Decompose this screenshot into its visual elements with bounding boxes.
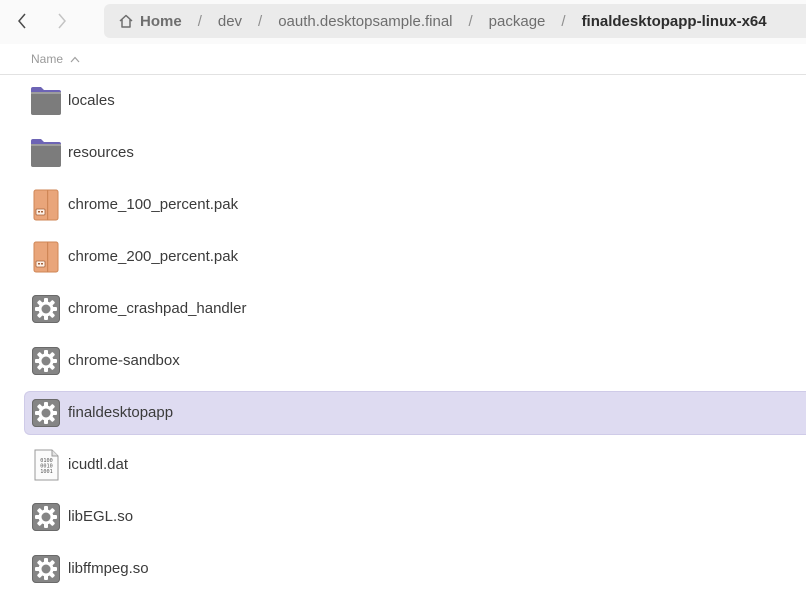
file-name: chrome_200_percent.pak xyxy=(68,248,239,265)
executable-icon xyxy=(30,397,62,429)
file-row[interactable]: finaldesktopapp xyxy=(0,387,806,439)
breadcrumb-separator: / xyxy=(468,12,473,30)
breadcrumb-item-oauth[interactable]: oauth.desktopsample.final xyxy=(276,13,454,30)
file-name: chrome-sandbox xyxy=(68,352,180,369)
chevron-right-icon xyxy=(58,13,66,29)
archive-icon xyxy=(30,241,62,273)
folder-icon xyxy=(30,137,62,169)
file-row[interactable]: chrome_crashpad_handler xyxy=(0,283,806,335)
executable-icon xyxy=(30,293,62,325)
file-name: resources xyxy=(68,144,134,161)
breadcrumb: Home / dev / oauth.desktopsample.final /… xyxy=(104,4,806,38)
back-button[interactable] xyxy=(4,6,40,36)
file-name: libffmpeg.so xyxy=(68,560,149,577)
archive-icon xyxy=(30,189,62,221)
binary-file-icon: 0100 0010 1001 xyxy=(30,449,62,481)
file-row[interactable]: 0100 0010 1001 icudtl.dat xyxy=(0,439,806,491)
sort-ascending-icon xyxy=(70,56,80,62)
file-name: chrome_100_percent.pak xyxy=(68,196,239,213)
file-name: chrome_crashpad_handler xyxy=(68,300,247,317)
executable-icon xyxy=(30,553,62,585)
breadcrumb-item-package[interactable]: package xyxy=(487,13,548,30)
breadcrumb-home-label: Home xyxy=(140,12,182,30)
file-list: locales resources chrome_100_percent.pakch… xyxy=(0,75,806,595)
file-row[interactable]: resources xyxy=(0,127,806,179)
column-header: Name xyxy=(0,44,806,75)
toolbar: Home / dev / oauth.desktopsample.final /… xyxy=(0,0,806,44)
folder-icon xyxy=(30,85,62,117)
file-row[interactable]: locales xyxy=(0,75,806,127)
file-row[interactable]: libffmpeg.so xyxy=(0,543,806,595)
executable-icon xyxy=(30,501,62,533)
home-icon xyxy=(119,14,133,28)
file-name: locales xyxy=(68,92,115,109)
file-name: libEGL.so xyxy=(68,508,134,525)
file-name: finaldesktopapp xyxy=(68,404,174,421)
breadcrumb-home[interactable]: Home xyxy=(116,13,184,30)
svg-text:010000101001: 0100 0010 1001 xyxy=(40,458,53,475)
breadcrumb-separator: / xyxy=(258,12,263,30)
file-row[interactable]: libEGL.so xyxy=(0,491,806,543)
breadcrumb-separator: / xyxy=(197,12,202,30)
chevron-left-icon xyxy=(18,13,26,29)
name-column-header[interactable]: Name xyxy=(31,52,80,66)
forward-button[interactable] xyxy=(44,6,80,36)
breadcrumb-current[interactable]: finaldesktopapp-linux-x64 xyxy=(580,13,769,30)
file-name: icudtl.dat xyxy=(68,456,129,473)
breadcrumb-separator: / xyxy=(561,12,566,30)
file-row[interactable]: chrome-sandbox xyxy=(0,335,806,387)
file-row[interactable]: chrome_200_percent.pak xyxy=(0,231,806,283)
executable-icon xyxy=(30,345,62,377)
breadcrumb-item-dev[interactable]: dev xyxy=(216,13,244,30)
file-row[interactable]: chrome_100_percent.pak xyxy=(0,179,806,231)
name-column-label: Name xyxy=(31,52,64,66)
